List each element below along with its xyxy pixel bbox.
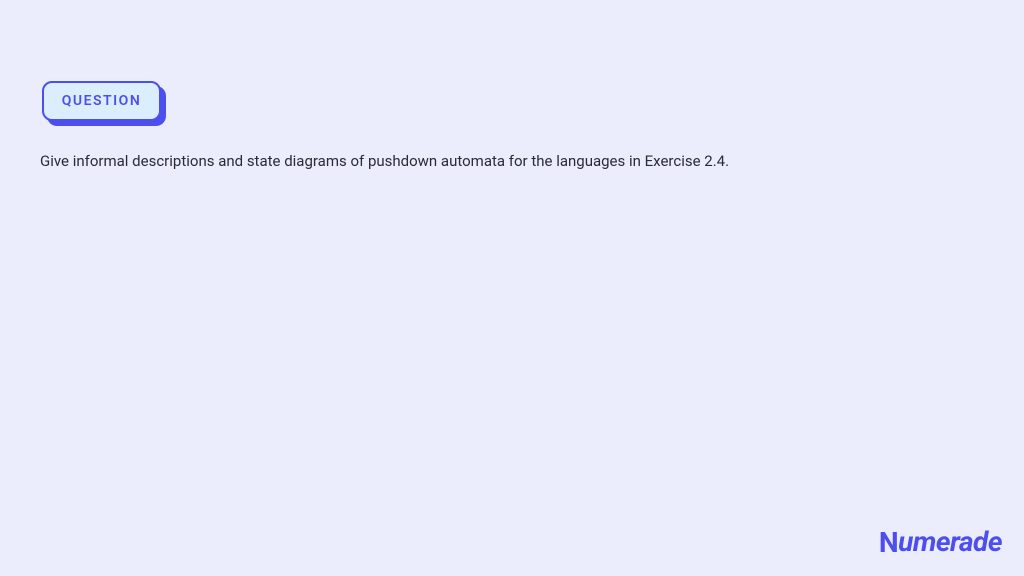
logo-text-rest: umerade xyxy=(898,525,1002,558)
question-text: Give informal descriptions and state dia… xyxy=(40,150,984,173)
question-badge-label: QUESTION xyxy=(62,93,141,109)
question-badge: QUESTION xyxy=(42,81,161,121)
brand-logo: Numerade xyxy=(879,525,1002,558)
question-badge-container: QUESTION xyxy=(42,81,161,121)
logo-letter-n: N xyxy=(879,526,898,559)
